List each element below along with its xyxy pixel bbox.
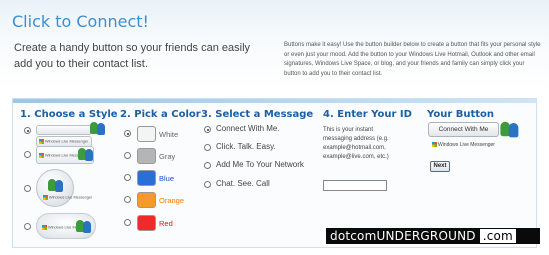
windows-flag-icon — [39, 139, 44, 144]
messenger-people-icon — [499, 121, 521, 138]
intro-text: Buttons make it easy! Use the button bui… — [284, 42, 541, 77]
style-option-wide[interactable] — [36, 125, 92, 135]
im-address-input[interactable] — [323, 180, 387, 191]
windows-flag-icon — [39, 153, 44, 158]
color-radio-0[interactable] — [124, 130, 131, 137]
style-thumb-brand-3: Windows Live Messenger — [43, 195, 92, 200]
style-radio-4[interactable] — [24, 223, 31, 230]
preview-heading: Your Button — [427, 109, 495, 120]
color-swatch-3[interactable] — [137, 192, 156, 208]
windows-flag-icon — [42, 225, 47, 230]
messenger-people-icon — [75, 219, 93, 233]
messenger-people-icon — [47, 178, 65, 192]
message-radio-3[interactable] — [204, 181, 211, 188]
next-button[interactable]: Next — [430, 161, 450, 172]
id-description: This is your instant messaging address (… — [323, 127, 389, 160]
style-radio-3[interactable] — [24, 185, 31, 192]
page-subtitle: Create a handy button so your friends ca… — [14, 42, 251, 70]
message-radio-1[interactable] — [204, 144, 211, 151]
color-radio-3[interactable] — [124, 196, 131, 203]
windows-flag-icon — [432, 142, 437, 148]
style-option-orb[interactable]: Windows Live Messenger — [36, 169, 92, 207]
style-heading: 1. Choose a Style — [20, 109, 118, 120]
message-label-3: Chat. See. Call — [216, 179, 270, 188]
color-label-0: White — [159, 130, 179, 139]
color-label-1: Gray — [159, 152, 176, 161]
button-builder-panel: 1. Choose a Style Windows Live Messenger… — [12, 98, 537, 248]
message-radio-0[interactable] — [204, 126, 211, 133]
color-label-3: Orange — [159, 196, 185, 205]
message-label-0: Connect With Me. — [216, 124, 280, 133]
color-label-4: Red — [159, 219, 173, 228]
color-radio-1[interactable] — [124, 152, 131, 159]
color-swatch-0[interactable] — [137, 126, 156, 142]
message-label-1: Click. Talk. Easy. — [216, 142, 276, 151]
color-radio-4[interactable] — [124, 219, 131, 226]
preview-brand: Windows Live Messenger — [432, 142, 495, 148]
color-heading: 2. Pick a Color — [120, 109, 201, 120]
color-swatch-4[interactable] — [137, 215, 156, 231]
message-heading: 3. Select a Message — [201, 109, 314, 120]
style-radio-1[interactable] — [24, 127, 31, 134]
preview-button[interactable]: Connect With Me — [428, 122, 499, 137]
id-heading: 4. Enter Your ID — [323, 109, 412, 120]
messenger-people-icon — [89, 121, 107, 135]
color-radio-2[interactable] — [124, 174, 131, 181]
windows-flag-icon — [43, 195, 48, 200]
style-option-cloud[interactable]: Windows Live Messenger — [36, 213, 96, 239]
color-label-2: Blue — [159, 174, 175, 183]
page-title: Click to Connect! — [12, 12, 149, 31]
color-swatch-2[interactable] — [137, 170, 156, 186]
color-swatch-1[interactable] — [137, 148, 156, 164]
watermark: dotcomUNDERGROUND .com — [326, 228, 540, 244]
style-thumb-brand: Windows Live Messenger — [39, 139, 88, 144]
messenger-people-icon — [77, 147, 95, 161]
message-label-2: Add Me To Your Network — [216, 160, 304, 169]
message-radio-2[interactable] — [204, 162, 211, 169]
style-radio-2[interactable] — [24, 151, 31, 158]
